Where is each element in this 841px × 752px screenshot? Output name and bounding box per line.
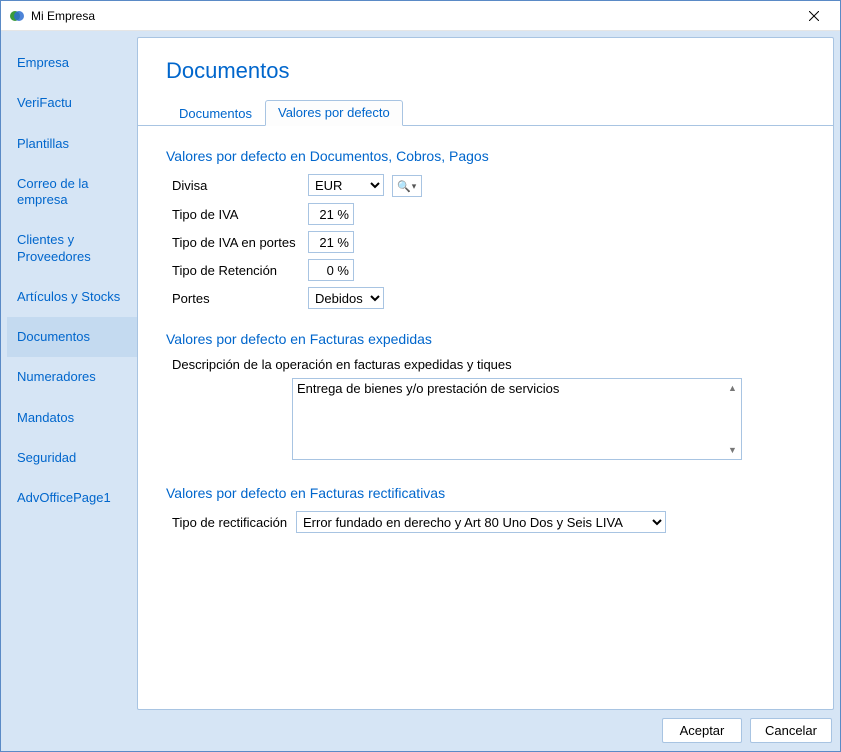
portes-select[interactable]: Debidos	[308, 287, 384, 309]
sidebar-item-correo[interactable]: Correo de la empresa	[7, 164, 137, 221]
sidebar: Empresa VeriFactu Plantillas Correo de l…	[7, 37, 137, 710]
cancel-button[interactable]: Cancelar	[750, 718, 832, 743]
sidebar-item-numeradores[interactable]: Numeradores	[7, 357, 137, 397]
descripcion-label: Descripción de la operación en facturas …	[172, 357, 805, 372]
sidebar-item-verifactu[interactable]: VeriFactu	[7, 83, 137, 123]
divisa-select[interactable]: EUR	[308, 174, 384, 196]
app-icon	[9, 8, 25, 24]
tipo-iva-input[interactable]	[308, 203, 354, 225]
chevron-down-icon: ▾	[412, 181, 417, 192]
tipo-rect-row: Tipo de rectificación Error fundado en d…	[172, 511, 805, 533]
divisa-label: Divisa	[172, 178, 302, 193]
window-title: Mi Empresa	[31, 9, 791, 23]
scroll-down-icon[interactable]: ▼	[725, 442, 740, 457]
content-row: Empresa VeriFactu Plantillas Correo de l…	[7, 37, 834, 710]
scroll-up-icon[interactable]: ▲	[725, 380, 740, 395]
section-title-dcp: Valores por defecto en Documentos, Cobro…	[166, 148, 805, 164]
tab-valores-por-defecto[interactable]: Valores por defecto	[265, 100, 403, 126]
sidebar-item-documentos[interactable]: Documentos	[7, 317, 137, 357]
sidebar-item-articulos-stocks[interactable]: Artículos y Stocks	[7, 277, 137, 317]
tab-documentos[interactable]: Documentos	[166, 101, 265, 126]
page-title: Documentos	[166, 58, 805, 84]
tipo-retencion-label: Tipo de Retención	[172, 263, 302, 278]
sidebar-item-empresa[interactable]: Empresa	[7, 43, 137, 83]
close-button[interactable]	[791, 1, 836, 30]
descripcion-wrap: ▲ ▼	[292, 378, 742, 463]
divisa-lookup-button[interactable]: 🔍▾	[392, 175, 422, 197]
tipo-iva-portes-label: Tipo de IVA en portes	[172, 235, 302, 250]
tipo-iva-portes-input[interactable]	[308, 231, 354, 253]
section-title-rectificativas: Valores por defecto en Facturas rectific…	[166, 485, 805, 501]
section-title-expedidas: Valores por defecto en Facturas expedida…	[166, 331, 805, 347]
tipo-rect-select[interactable]: Error fundado en derecho y Art 80 Uno Do…	[296, 511, 666, 533]
sidebar-item-clientes-proveedores[interactable]: Clientes y Proveedores	[7, 220, 137, 277]
accept-button[interactable]: Aceptar	[662, 718, 742, 743]
tipo-retencion-input[interactable]	[308, 259, 354, 281]
form-dcp: Divisa EUR 🔍▾ Tipo de IVA Tipo de IVA en…	[172, 174, 805, 309]
descripcion-textarea[interactable]	[292, 378, 742, 460]
close-icon	[809, 11, 819, 21]
sidebar-item-mandatos[interactable]: Mandatos	[7, 398, 137, 438]
sidebar-item-advofficepage1[interactable]: AdvOfficePage1	[7, 478, 137, 518]
main-panel: Documentos Documentos Valores por defect…	[137, 37, 834, 710]
divisa-row: EUR 🔍▾	[308, 174, 805, 197]
portes-label: Portes	[172, 291, 302, 306]
sidebar-item-seguridad[interactable]: Seguridad	[7, 438, 137, 478]
tipo-rect-label: Tipo de rectificación	[172, 515, 290, 530]
search-icon: 🔍	[397, 180, 411, 193]
dialog-footer: Aceptar Cancelar	[7, 710, 834, 745]
tipo-iva-label: Tipo de IVA	[172, 207, 302, 222]
dialog-body: Empresa VeriFactu Plantillas Correo de l…	[1, 31, 840, 751]
sidebar-item-plantillas[interactable]: Plantillas	[7, 124, 137, 164]
tabs: Documentos Valores por defecto	[138, 100, 833, 126]
titlebar: Mi Empresa	[1, 1, 840, 31]
